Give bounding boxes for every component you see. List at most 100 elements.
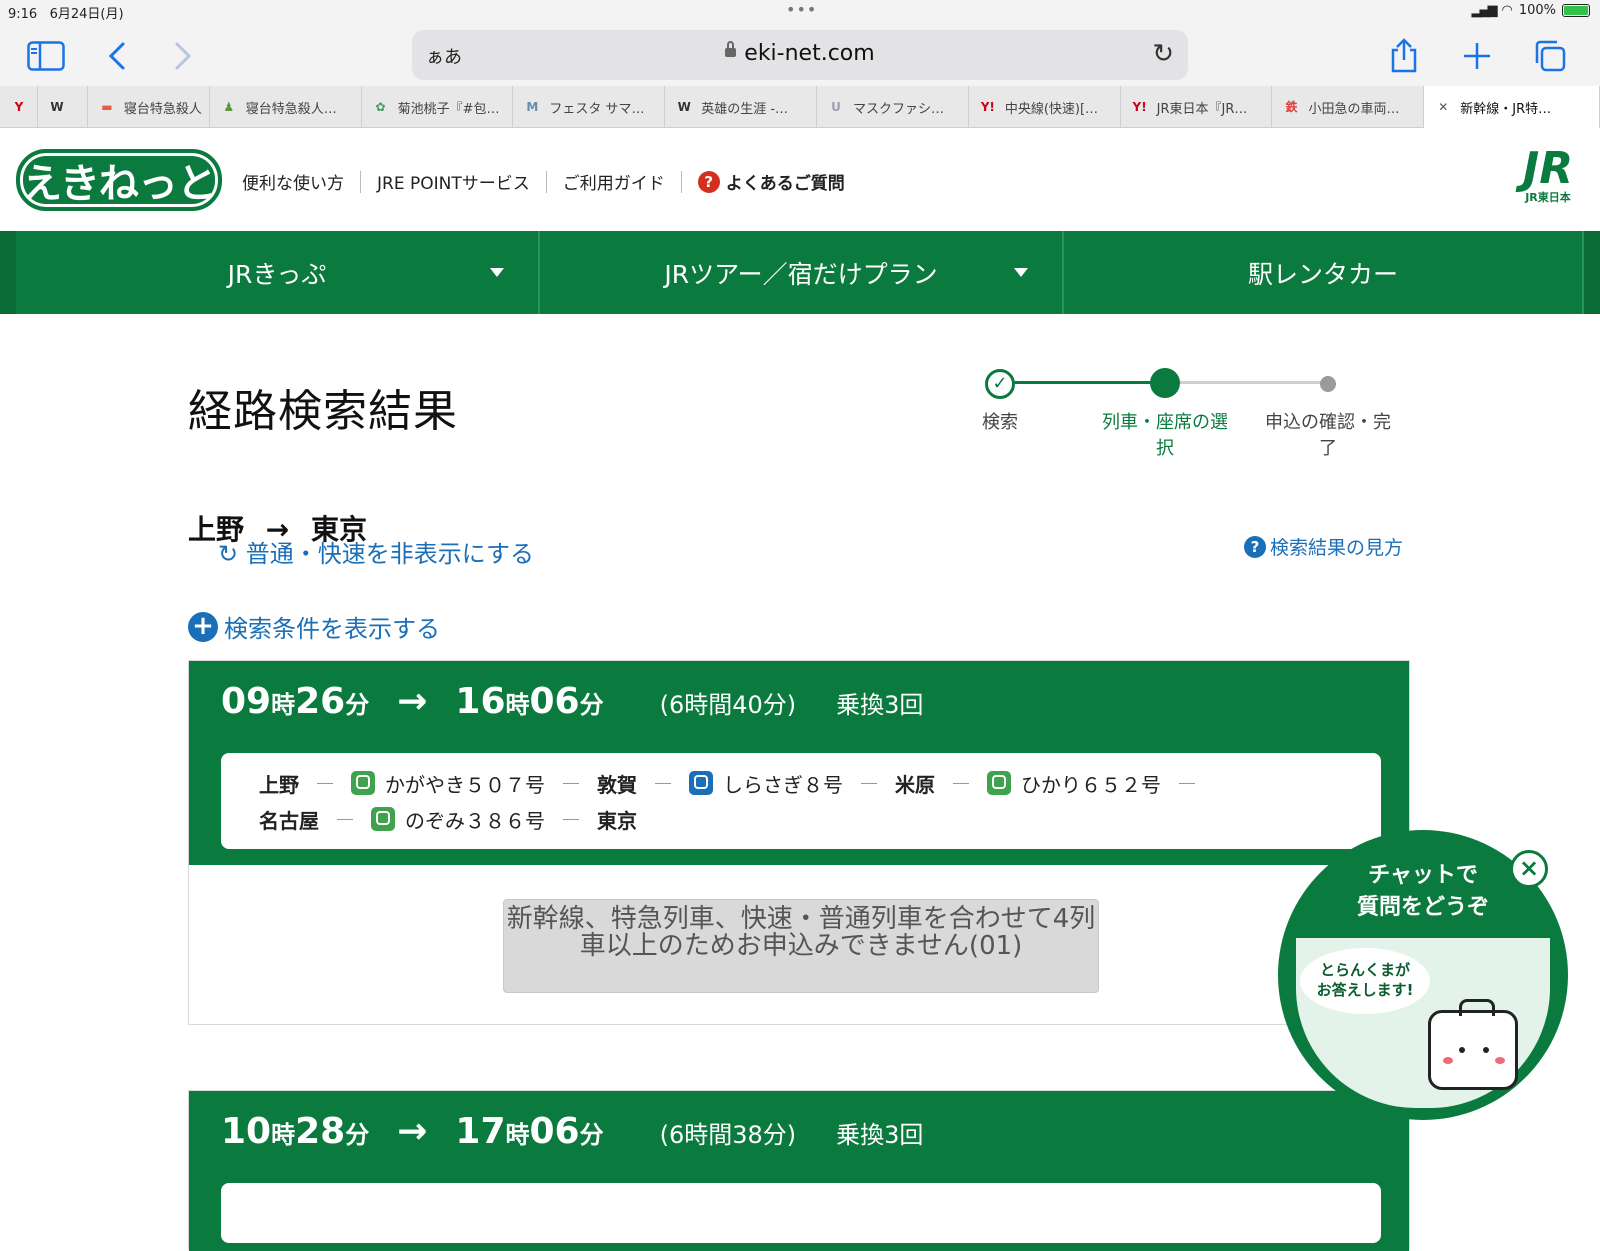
header-link-faq[interactable]: ? よくあるご質問 (697, 169, 845, 194)
progress-stepper: ✓ 検索 列車・座席の選択 申込の確認・完了 (960, 368, 1391, 468)
tab-bar: Y W ▬ 寝台特急殺人 ♟ 寝台特急殺人… ✿ 菊池桃子『#包… M フェスタ サマ… W 英雄の生… (0, 86, 1600, 128)
reload-icon[interactable]: ↻ (1152, 39, 1174, 69)
nav-jr-tickets[interactable]: JRきっぷ (16, 231, 540, 314)
multitask-dots[interactable]: ••• (786, 0, 817, 19)
tab-favicon-icon: ▬ (101, 100, 113, 114)
step-label-confirm: 申込の確認・完了 (1265, 412, 1391, 459)
browser-tab[interactable]: Y! JR東日本『JR… (1121, 86, 1273, 128)
stepper-line-done (1012, 381, 1154, 384)
browser-tab[interactable]: U マスクファシ… (817, 86, 969, 128)
browser-toolbar: ぁあ eki-net.com ↻ (0, 24, 1600, 86)
route-connector (655, 782, 671, 784)
nav-jr-tour[interactable]: JRツアー／宿だけプラン (540, 231, 1064, 314)
chat-close-button[interactable]: × (1510, 850, 1548, 888)
hide-local-trains-link[interactable]: ↻ 普通・快速を非表示にする (218, 534, 534, 569)
train-name: ひかり６５２号 (987, 769, 1161, 798)
header-nav: 便利な使い方 JRE POINTサービス ご利用ガイド ? よくあるご質問 (242, 169, 845, 194)
browser-tab[interactable]: Y (0, 86, 38, 128)
tabs-overview-icon[interactable] (1530, 36, 1570, 76)
tab-favicon-icon: W (50, 100, 64, 114)
help-icon: ? (1244, 535, 1266, 558)
browser-tab[interactable]: ♟ 寝台特急殺人… (210, 86, 362, 128)
torankuma-mascot-icon (1428, 999, 1518, 1090)
unavailable-message: 新幹線、特急列車、快速・普通列車を合わせて4列車以上のためお申込みできません(0… (503, 899, 1099, 993)
address-bar[interactable]: ぁあ eki-net.com ↻ (412, 30, 1188, 80)
tab-title: 新幹線・JR特… (1460, 101, 1552, 117)
battery-icon (1562, 4, 1590, 17)
browser-tab[interactable]: ▬ 寝台特急殺人 (88, 86, 210, 128)
tab-favicon-icon: ✕ (1438, 100, 1449, 114)
station-name: 名古屋 (259, 808, 319, 833)
share-icon[interactable] (1384, 36, 1424, 76)
new-tab-icon[interactable] (1457, 36, 1497, 76)
back-icon[interactable] (97, 36, 137, 76)
tab-favicon-icon: ✿ (375, 100, 386, 114)
ekinet-logo[interactable]: えきねっと (16, 149, 222, 211)
caret-down-icon (1014, 268, 1028, 277)
result-transfers: 乗換3回 (836, 691, 924, 719)
tab-title: フェスタ サマ… (549, 101, 645, 117)
train-name: のぞみ３８６号 (371, 805, 545, 834)
status-time: 9:16 6月24日(月) (8, 7, 124, 22)
check-icon: ✓ (985, 369, 1015, 399)
tab-favicon-icon: M (526, 100, 539, 114)
browser-tab[interactable]: W 英雄の生涯 -… (665, 86, 818, 128)
browser-tab[interactable]: M フェスタ サマ… (513, 86, 666, 128)
result-card[interactable]: 09 時 26 分 → 16 時 06 分 (6時間40分) 乗換3回 上野 かがやき５０７号… (188, 660, 1410, 1025)
forward-icon[interactable] (163, 36, 203, 76)
refresh-icon: ↻ (218, 540, 239, 568)
station-name: 敦賀 (597, 772, 637, 797)
header-link-howto[interactable]: 便利な使い方 (242, 169, 344, 194)
step-label-select: 列車・座席の選択 (1102, 412, 1228, 459)
divider (680, 170, 682, 193)
tab-title: 寝台特急殺人 (123, 101, 202, 117)
tab-title: 英雄の生涯 -… (701, 101, 789, 117)
route-connector (317, 782, 333, 784)
browser-tab[interactable]: W (38, 86, 88, 128)
shinkansen-icon (987, 771, 1011, 795)
browser-tab[interactable]: 鉄小田急の車両… (1272, 86, 1425, 128)
shinkansen-icon (371, 807, 395, 831)
result-duration: (6時間40分) (659, 691, 797, 719)
tab-favicon-icon: U (831, 100, 841, 114)
wifi-icon: ◠ (1501, 3, 1513, 18)
signal-icon: ▂▄▆ (1471, 3, 1497, 18)
page-title: 経路検索結果 (188, 386, 458, 437)
result-transfers: 乗換3回 (836, 1121, 924, 1149)
route-row: 上野 かがやき５０７号 敦賀 しらさぎ８号 米原 ひかり６５２号 (259, 765, 1343, 801)
train-name: しらさぎ８号 (689, 769, 843, 798)
route-detail-box (221, 1183, 1381, 1243)
route-connector (563, 818, 579, 820)
route-connector (861, 782, 877, 784)
station-name: 上野 (259, 772, 299, 797)
tab-favicon-icon: 鉄 (1285, 100, 1298, 114)
step-upcoming-dot (1320, 376, 1336, 392)
result-card-header: 09 時 26 分 → 16 時 06 分 (6時間40分) 乗換3回 上野 かがやき５０７号… (189, 661, 1409, 865)
show-conditions-link[interactable]: + 検索条件を表示する (188, 609, 440, 644)
header-link-guide[interactable]: ご利用ガイド (563, 169, 665, 194)
step-label-search: 検索 (982, 412, 1018, 433)
result-times: 09 時 26 分 → 16 時 06 分 (6時間40分) 乗換3回 (221, 681, 924, 722)
browser-tab[interactable]: Y! 中央線(快速)[… (969, 86, 1121, 128)
sidebar-toggle-icon[interactable] (26, 36, 66, 76)
limited-express-icon (689, 771, 713, 795)
result-card-body: 新幹線、特急列車、快速・普通列車を合わせて4列車以上のためお申込みできません(0… (189, 865, 1409, 1025)
arrow-right-icon: → (397, 1111, 428, 1152)
browser-tab[interactable]: ✿ 菊池桃子『#包… (362, 86, 514, 128)
browser-tab[interactable]: ✕ 新幹線・JR特… (1424, 86, 1600, 128)
result-card-header: 10 時 28 分 → 17 時 06 分 (6時間38分) 乗換3回 (189, 1091, 1409, 1251)
result-times: 10 時 28 分 → 17 時 06 分 (6時間38分) 乗換3回 (221, 1111, 924, 1152)
nav-rent-a-car[interactable]: 駅レンタカー (1064, 231, 1584, 314)
tab-title: 寝台特急殺人… (245, 101, 337, 117)
status-bar: 9:16 6月24日(月) ••• ▂▄▆ ◠ 100% (0, 0, 1600, 24)
how-to-read-results-link[interactable]: ? 検索結果の見方 (1244, 533, 1403, 560)
result-card[interactable]: 10 時 28 分 → 17 時 06 分 (6時間38分) 乗換3回 (188, 1090, 1410, 1251)
route-detail-box: 上野 かがやき５０７号 敦賀 しらさぎ８号 米原 ひかり６５２号 名古屋 のぞみ３８６号 東京 (221, 753, 1381, 849)
route-connector (337, 818, 353, 820)
site-header: えきねっと 便利な使い方 JRE POINTサービス ご利用ガイド ? よくあるご… (0, 129, 1600, 231)
jr-east-logo[interactable]: JR JR東日本 (1508, 147, 1588, 207)
header-link-jre-point[interactable]: JRE POINTサービス (377, 169, 530, 194)
station-name: 米原 (895, 772, 935, 797)
url-domain: eki-net.com (412, 40, 1188, 66)
route-connector (953, 782, 969, 784)
